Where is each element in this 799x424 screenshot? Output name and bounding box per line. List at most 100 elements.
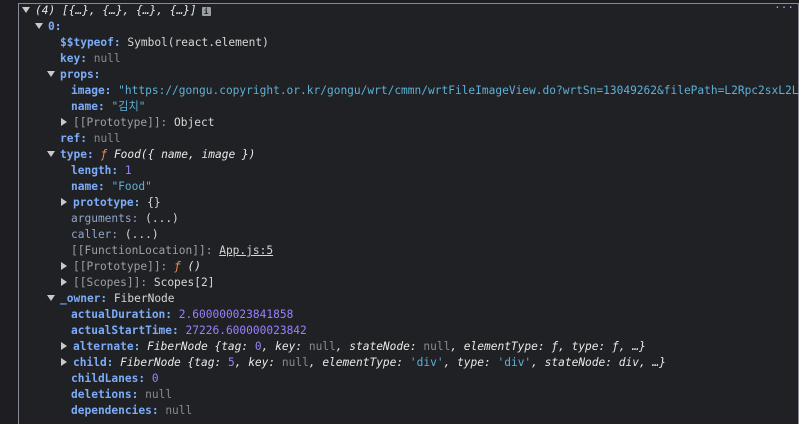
prop-key: type:: [60, 148, 94, 161]
image-url-value[interactable]: "https://gongu.copyright.or.kr/gongu/wrt…: [118, 84, 799, 97]
preview-text: , type:: [558, 340, 606, 353]
prop-key: image:: [71, 84, 112, 97]
tree-row-prototype[interactable]: prototype: {}: [60, 195, 161, 211]
expand-triangle-icon[interactable]: [47, 71, 55, 77]
prop-key: alternate:: [73, 340, 141, 353]
prop-key: caller:: [71, 228, 119, 241]
prop-key: arguments:: [71, 212, 139, 225]
preview-number: 5: [227, 356, 235, 369]
preview-text: , elementType:: [450, 340, 545, 353]
prop-key: _owner:: [60, 292, 108, 305]
prop-key: childLanes:: [71, 372, 146, 385]
info-icon[interactable]: i: [201, 6, 211, 16]
prop-key: actualStartTime:: [71, 324, 179, 337]
tree-row-alternate[interactable]: alternate: FiberNode {tag: 0, key: null,…: [60, 339, 646, 355]
prop-value: "김치": [111, 100, 146, 113]
prop-value: 27226.600000023842: [185, 324, 307, 337]
prop-key: length:: [71, 164, 119, 177]
collapse-triangle-icon[interactable]: [61, 342, 67, 350]
prop-key: key:: [60, 52, 87, 65]
prop-value: 1: [124, 164, 132, 177]
prop-key: prototype:: [73, 196, 141, 209]
preview-null: null: [308, 340, 336, 353]
lazy-value[interactable]: (...): [125, 228, 159, 241]
array-summary: (4) [{…}, {…}, {…}, {…}]: [35, 4, 197, 17]
prop-key: [[FunctionLocation]]:: [71, 244, 213, 257]
preview-text: , type:: [443, 356, 491, 369]
collapse-triangle-icon[interactable]: [61, 358, 67, 366]
expand-triangle-icon[interactable]: [47, 151, 55, 157]
preview-string: 'div': [409, 356, 444, 369]
tree-row-caller[interactable]: caller: (...): [71, 227, 159, 243]
prop-value: Symbol(react.element): [127, 36, 269, 49]
preview-text: , stateNode:: [335, 340, 417, 353]
preview-number: 0: [254, 340, 262, 353]
prop-value: "Food": [111, 180, 152, 193]
lazy-value[interactable]: (...): [145, 212, 179, 225]
preview-text: , elementType:: [308, 356, 404, 369]
prop-value: (): [187, 260, 202, 273]
prop-key: [[Prototype]]:: [73, 116, 168, 129]
preview-text: , …}: [618, 340, 646, 353]
prop-value: {}: [147, 196, 161, 209]
source-link[interactable]: App.js:5: [219, 244, 273, 257]
tree-row-child[interactable]: child: FiberNode {tag: 5, key: null, ele…: [60, 355, 666, 371]
expand-triangle-icon[interactable]: [47, 295, 55, 301]
tree-row-scopes[interactable]: [[Scopes]]: Scopes[2]: [60, 275, 214, 291]
tree-row-arguments[interactable]: arguments: (...): [71, 211, 179, 227]
function-glyph: ƒ: [100, 148, 108, 161]
function-signature: Food({ name, image }): [113, 148, 256, 161]
tree-row-root[interactable]: (4) [{…}, {…}, {…}, {…}] i: [22, 3, 211, 19]
tree-row-deletions: deletions: null: [71, 387, 172, 403]
prop-value: null: [93, 132, 121, 145]
prop-key: [[Prototype]]:: [73, 260, 168, 273]
top-link[interactable]: ...: [774, 0, 794, 11]
tree-row-type[interactable]: type: ƒ Food({ name, image }): [47, 147, 255, 163]
expand-triangle-icon[interactable]: [35, 23, 43, 29]
tree-row-typeof: $$typeof: Symbol(react.element): [60, 35, 269, 51]
prop-value: null: [145, 388, 173, 401]
tree-row-name: name: "김치": [71, 99, 146, 115]
prop-key: actualDuration:: [71, 308, 173, 321]
tree-row-fname: name: "Food": [71, 179, 152, 195]
collapse-triangle-icon[interactable]: [61, 262, 67, 270]
index-key: 0:: [48, 20, 62, 33]
expand-triangle-icon[interactable]: [22, 7, 30, 13]
preview-text: FiberNode {tag:: [147, 340, 249, 353]
collapse-triangle-icon[interactable]: [61, 278, 67, 286]
prop-key: [[Scopes]]:: [73, 276, 148, 289]
prop-key: name:: [71, 180, 105, 193]
preview-text: , key:: [234, 356, 276, 369]
tree-row-dependencies: dependencies: null: [71, 403, 192, 419]
tree-row-length: length: 1: [71, 163, 132, 179]
tree-row-props[interactable]: props:: [47, 67, 100, 83]
preview-text: , stateNode: div, …}: [531, 356, 666, 369]
prop-key: child:: [73, 356, 114, 369]
preview-null: null: [423, 340, 451, 353]
tree-row-actual-duration: actualDuration: 2.600000023841858: [71, 307, 293, 323]
prop-value: null: [93, 52, 121, 65]
tree-row-owner[interactable]: _owner: FiberNode: [47, 291, 175, 307]
prop-value: Scopes[2]: [153, 276, 215, 289]
tree-row-props-prototype[interactable]: [[Prototype]]: Object: [60, 115, 214, 131]
tree-row-actual-start-time: actualStartTime: 27226.600000023842: [71, 323, 307, 339]
tree-row-key: key: null: [60, 51, 121, 67]
preview-text: FiberNode {tag:: [120, 356, 222, 369]
preview-null: null: [281, 356, 309, 369]
collapse-triangle-icon[interactable]: [61, 118, 67, 126]
prop-key: $$typeof:: [60, 36, 121, 49]
tree-row-function-location: [[FunctionLocation]]: App.js:5: [71, 243, 273, 259]
prop-value: 2.600000023841858: [178, 308, 294, 321]
prop-key: name:: [71, 100, 105, 113]
prop-key: ref:: [60, 132, 87, 145]
preview-string: 'div': [497, 356, 532, 369]
tree-row-item-0[interactable]: 0:: [35, 19, 61, 35]
prop-value: 0: [151, 372, 159, 385]
function-glyph: ƒ: [612, 340, 619, 353]
tree-row-function-prototype[interactable]: [[Prototype]]: ƒ (): [60, 259, 201, 275]
collapse-triangle-icon[interactable]: [61, 198, 67, 206]
function-glyph: ƒ: [174, 260, 181, 273]
prop-key: dependencies:: [71, 404, 159, 417]
tree-row-image: image: "https://gongu.copyright.or.kr/go…: [71, 83, 799, 99]
tree-row-child-lanes: childLanes: 0: [71, 371, 159, 387]
